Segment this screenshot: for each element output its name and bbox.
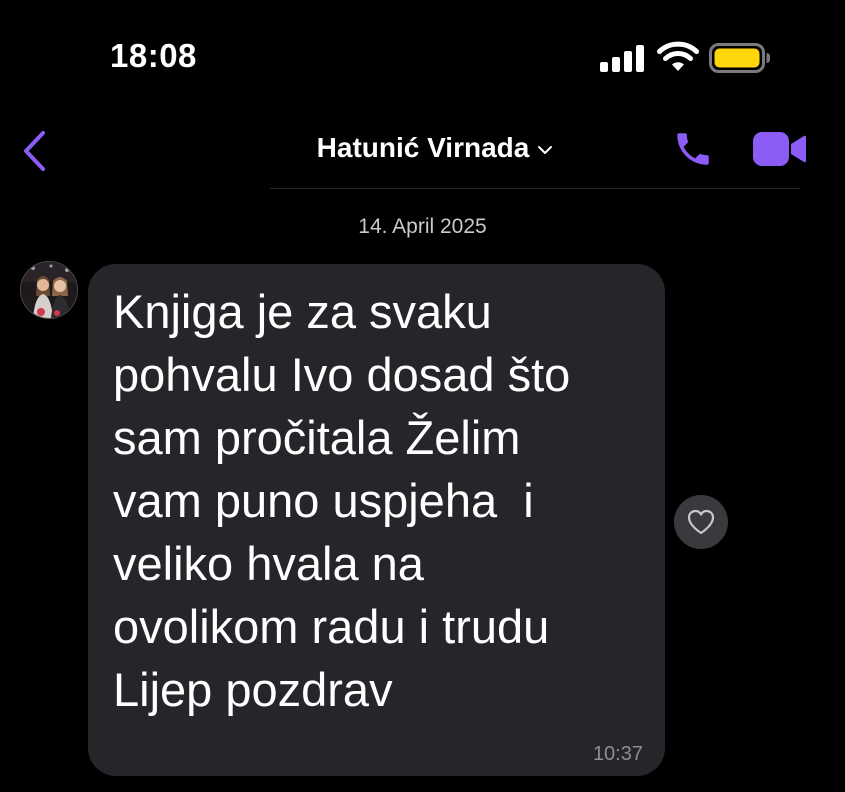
date-separator: 14. April 2025: [358, 215, 487, 238]
battery-icon: [709, 43, 770, 73]
avatar[interactable]: [20, 261, 78, 319]
back-button[interactable]: [18, 128, 54, 174]
message-timestamp: 10:37: [592, 743, 643, 765]
message-text: Knjiga je za svaku pohvalu Ivo dosad što…: [113, 285, 571, 716]
chevron-left-icon: [24, 131, 45, 171]
contact-name: Hatunić Virnada: [316, 132, 530, 163]
heart-outline-icon: [687, 509, 715, 535]
header-divider: [270, 188, 800, 189]
cellular-signal-icon: [600, 45, 644, 72]
avatar-image: [21, 262, 77, 318]
video-camera-icon: [753, 132, 806, 166]
contact-name-button[interactable]: Hatunić Virnada: [270, 128, 600, 168]
call-button[interactable]: [672, 128, 714, 170]
message-bubble[interactable]: Knjiga je za svaku pohvalu Ivo dosad što…: [88, 264, 665, 776]
video-call-button[interactable]: [751, 129, 807, 169]
status-time: 18:08: [110, 37, 197, 74]
phone-icon: [677, 133, 709, 165]
react-heart-button[interactable]: [674, 495, 728, 549]
wifi-icon: [657, 41, 699, 71]
chevron-down-icon: [538, 146, 553, 154]
battery-level: [714, 48, 760, 68]
